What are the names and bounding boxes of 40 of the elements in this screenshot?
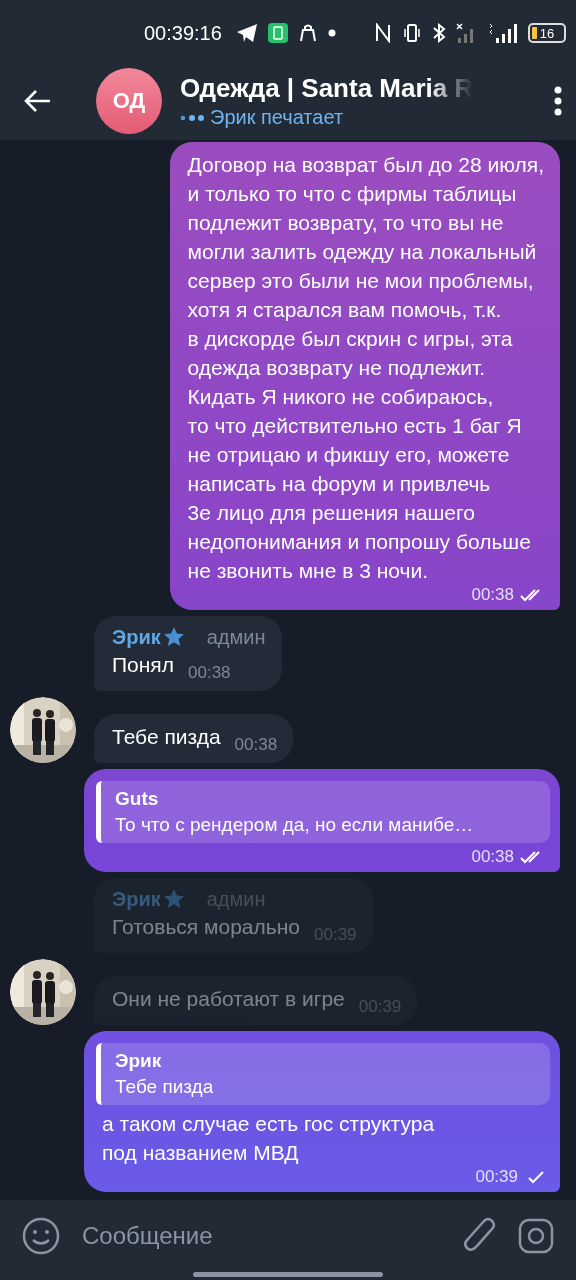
reply-author: Guts bbox=[115, 787, 160, 811]
more-menu-icon[interactable] bbox=[554, 86, 562, 116]
message-text: Они не работают в игре bbox=[112, 987, 345, 1010]
nfc-icon bbox=[374, 23, 392, 43]
star-icon bbox=[162, 888, 185, 910]
chat-avatar: ОД bbox=[96, 68, 162, 134]
star-icon bbox=[162, 626, 185, 648]
battery-icon: 16 bbox=[528, 23, 566, 43]
message-time: 00:38 bbox=[471, 847, 514, 867]
message-time: 00:38 bbox=[234, 735, 278, 755]
signal-4g-icon bbox=[488, 23, 518, 43]
camera-icon[interactable] bbox=[518, 1218, 554, 1254]
message-time: 00:38 bbox=[188, 663, 231, 683]
reply-quote[interactable]: Guts То что с рендером да, но если манибе… bbox=[96, 781, 550, 843]
sender-name: Эрик bbox=[112, 625, 161, 650]
message-text: Понял bbox=[112, 653, 174, 676]
battery-saver-icon bbox=[267, 23, 288, 43]
bluetooth-icon bbox=[432, 23, 446, 43]
back-arrow-icon[interactable] bbox=[24, 89, 52, 113]
bag-icon bbox=[297, 23, 318, 43]
vibrate-icon bbox=[402, 23, 422, 43]
chat-title: Одежда | Santa Maria R bbox=[180, 73, 474, 104]
message-text: Договор на возврат был до 28 июля, и только то что с фирмы таблицы подлежит возврату, то что вы не могли залить одежду на локальный сервер это были не мои проблемы, хотя я старался вам помочь, т.к. в дискорде был скрин с игры, эта одежда возврату не подлежит. Кидать Я никого не собираюсь, то что действительно есть 1 баг Я не отрицаю и фикшу его, можете написать на форум и привлечь 3е лицо для решения нашего недопонимания и попрошу больше не звонить мне в 3 ночи. bbox=[187, 152, 544, 584]
status-time: 00:39:16 bbox=[144, 21, 222, 45]
typing-status: Эрик печатает bbox=[210, 106, 344, 129]
message-text: Готовься морально bbox=[112, 915, 300, 938]
message-time: 00:39 bbox=[475, 1167, 518, 1187]
message-text: Тебе пизда bbox=[112, 725, 221, 748]
role-label: админ bbox=[206, 625, 266, 650]
reply-author: Эрик bbox=[115, 1049, 163, 1073]
message-text: а таком случае есть гос структура под названием МВД bbox=[102, 1111, 436, 1166]
dot-icon bbox=[327, 29, 336, 37]
emoji-icon[interactable] bbox=[22, 1217, 60, 1255]
typing-dots-icon bbox=[180, 113, 204, 122]
message-time: 00:38 bbox=[471, 585, 514, 605]
reply-quote[interactable]: Эрик Тебе пизда bbox=[96, 1043, 550, 1105]
telegram-icon bbox=[235, 23, 258, 43]
reply-text: То что с рендером да, но если манибе… bbox=[115, 813, 475, 837]
reply-text: Тебе пизда bbox=[115, 1075, 215, 1099]
sender-name: Эрик bbox=[112, 887, 161, 912]
